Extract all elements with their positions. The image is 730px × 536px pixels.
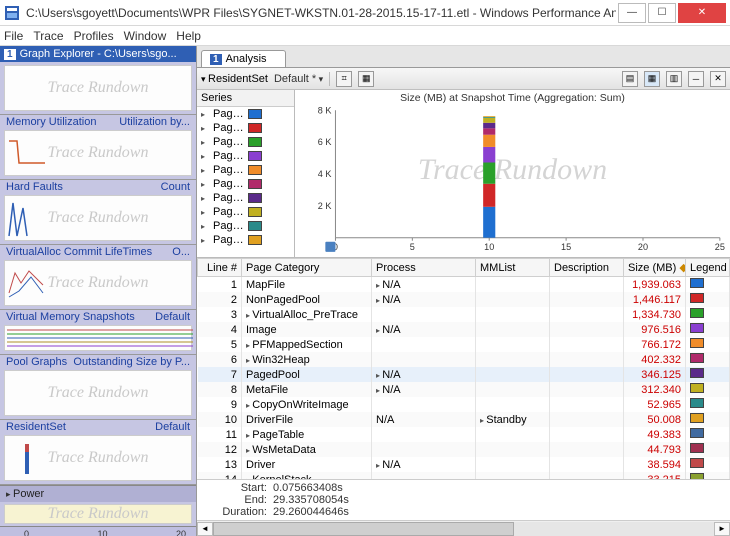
analysis-toolbar: ResidentSet Default * ⌗ ▦ ▤ ▦ ▥ ─ ✕ <box>197 68 730 90</box>
menu-window[interactable]: Window <box>124 29 167 43</box>
scroll-right-icon[interactable]: ► <box>714 522 730 536</box>
svg-text:15: 15 <box>561 242 571 252</box>
svg-text:25: 25 <box>715 242 725 252</box>
sidebar-thumb-2[interactable]: Trace Rundown <box>4 195 192 241</box>
table-row[interactable]: 7PagedPoolN/A346.125 <box>198 367 730 382</box>
plot[interactable]: Size (MB) at Snapshot Time (Aggregation:… <box>295 90 730 257</box>
scroll-left-icon[interactable]: ◄ <box>197 522 213 536</box>
series-header: Series <box>197 90 294 107</box>
series-pane: Series ▸Pag…▸Pag…▸Pag…▸Pag…▸Pag…▸Pag…▸Pa… <box>197 90 295 257</box>
graph-explorer-title: 1Graph Explorer - C:\Users\sgo... <box>0 46 196 62</box>
svg-text:5: 5 <box>410 242 415 252</box>
horizontal-scrollbar[interactable]: ◄ ► <box>197 520 730 536</box>
svg-text:8 K: 8 K <box>318 105 332 115</box>
series-item[interactable]: ▸Pag… <box>197 107 294 121</box>
series-item[interactable]: ▸Pag… <box>197 135 294 149</box>
section-residentset[interactable]: ResidentSet <box>6 421 66 433</box>
col-size[interactable]: Size (MB) ◆ <box>624 259 686 277</box>
menubar: File Trace Profiles Window Help <box>0 26 730 46</box>
table-row[interactable]: 5PFMappedSection766.172 <box>198 337 730 352</box>
table-row[interactable]: 2NonPagedPoolN/A1,446.117 <box>198 292 730 307</box>
layout-chart-icon[interactable]: ▤ <box>622 71 638 87</box>
svg-text:20: 20 <box>638 242 648 252</box>
sidebar-thumb-0[interactable]: Trace Rundown <box>0 62 196 115</box>
results-table-wrap[interactable]: Line # Page Category Process MMList Desc… <box>197 258 730 479</box>
table-row[interactable]: 13DriverN/A38.594 <box>198 457 730 472</box>
svg-text:2 K: 2 K <box>318 201 332 211</box>
toolbar-btn-1[interactable]: ⌗ <box>336 71 352 87</box>
minimize-button[interactable]: — <box>618 3 646 23</box>
window-collapse-icon[interactable]: ─ <box>688 71 704 87</box>
col-process[interactable]: Process <box>372 259 476 277</box>
analysis-panel: 1Analysis ResidentSet Default * ⌗ ▦ ▤ ▦ … <box>196 46 730 536</box>
menu-help[interactable]: Help <box>176 29 201 43</box>
graph-explorer-panel: 1Graph Explorer - C:\Users\sgo... Trace … <box>0 46 196 536</box>
table-row[interactable]: 10DriverFileN/AStandby50.008 <box>198 412 730 427</box>
series-item[interactable]: ▸Pag… <box>197 219 294 233</box>
svg-text:10: 10 <box>484 242 494 252</box>
table-row[interactable]: 11PageTable49.383 <box>198 427 730 442</box>
col-line[interactable]: Line # <box>198 259 242 277</box>
section-vm-snapshots[interactable]: Virtual Memory Snapshots <box>6 311 135 323</box>
analysis-tabstrip: 1Analysis <box>197 46 730 68</box>
section-memory-util-right[interactable]: Utilization by... <box>119 116 190 128</box>
sidebar-thumb-1[interactable]: Trace Rundown <box>4 130 192 176</box>
sidebar-thumb-power[interactable]: Trace Rundown <box>4 504 192 524</box>
toolbar-btn-2[interactable]: ▦ <box>358 71 374 87</box>
view-name[interactable]: ResidentSet <box>201 73 268 85</box>
chart-area: Series ▸Pag…▸Pag…▸Pag…▸Pag…▸Pag…▸Pag…▸Pa… <box>197 90 730 258</box>
table-row[interactable]: 12WsMetaData44.793 <box>198 442 730 457</box>
maximize-button[interactable]: ☐ <box>648 3 676 23</box>
series-item[interactable]: ▸Pag… <box>197 121 294 135</box>
layout-split-icon[interactable]: ▦ <box>644 71 660 87</box>
power-expander[interactable]: Power <box>0 485 196 502</box>
col-mmlist[interactable]: MMList <box>476 259 550 277</box>
table-row[interactable]: 4ImageN/A976.516 <box>198 322 730 337</box>
preset-dropdown[interactable]: Default * <box>274 73 323 85</box>
menu-trace[interactable]: Trace <box>33 29 63 43</box>
col-page-category[interactable]: Page Category <box>242 259 372 277</box>
scroll-thumb[interactable] <box>213 522 514 536</box>
sidebar-thumb-5[interactable]: Trace Rundown <box>4 370 192 416</box>
series-item[interactable]: ▸Pag… <box>197 163 294 177</box>
table-row[interactable]: 9CopyOnWriteImage52.965 <box>198 397 730 412</box>
table-row[interactable]: 3VirtualAlloc_PreTrace1,334.730 <box>198 307 730 322</box>
tab-analysis[interactable]: 1Analysis <box>201 50 286 67</box>
table-row[interactable]: 14KernelStack33.215 <box>198 472 730 479</box>
table-row[interactable]: 8MetaFileN/A312.340 <box>198 382 730 397</box>
table-row[interactable]: 1MapFileN/A1,939.063 <box>198 277 730 293</box>
section-virtualalloc[interactable]: VirtualAlloc Commit LifeTimes <box>6 246 152 258</box>
layout-table-icon[interactable]: ▥ <box>666 71 682 87</box>
window-title: C:\Users\sgoyett\Documents\WPR Files\SYG… <box>26 6 616 20</box>
mini-timeline[interactable]: 01020 <box>0 526 196 536</box>
section-memory-util[interactable]: Memory Utilization <box>6 116 96 128</box>
sidebar-thumb-4[interactable] <box>4 325 192 351</box>
svg-text:6 K: 6 K <box>318 137 332 147</box>
series-item[interactable]: ▸Pag… <box>197 205 294 219</box>
titlebar: C:\Users\sgoyett\Documents\WPR Files\SYG… <box>0 0 730 26</box>
col-legend[interactable]: Legend <box>686 259 730 277</box>
menu-file[interactable]: File <box>4 29 23 43</box>
series-item[interactable]: ▸Pag… <box>197 177 294 191</box>
series-item[interactable]: ▸Pag… <box>197 149 294 163</box>
window-close-icon[interactable]: ✕ <box>710 71 726 87</box>
section-pool-graphs[interactable]: Pool Graphs <box>6 356 67 368</box>
sidebar-thumb-6[interactable]: Trace Rundown <box>4 435 192 481</box>
results-table: Line # Page Category Process MMList Desc… <box>197 258 730 479</box>
table-row[interactable]: 6Win32Heap402.332 <box>198 352 730 367</box>
menu-profiles[interactable]: Profiles <box>74 29 114 43</box>
svg-text:4 K: 4 K <box>318 169 332 179</box>
series-item[interactable]: ▸Pag… <box>197 191 294 205</box>
section-hard-faults[interactable]: Hard Faults <box>6 181 63 193</box>
close-button[interactable]: ✕ <box>678 3 726 23</box>
sidebar-thumb-3[interactable]: Trace Rundown <box>4 260 192 306</box>
time-summary: Start:0.075663408s End:29.335708054s Dur… <box>197 479 730 520</box>
app-icon <box>4 5 20 21</box>
col-description[interactable]: Description <box>550 259 624 277</box>
series-item[interactable]: ▸Pag… <box>197 233 294 247</box>
